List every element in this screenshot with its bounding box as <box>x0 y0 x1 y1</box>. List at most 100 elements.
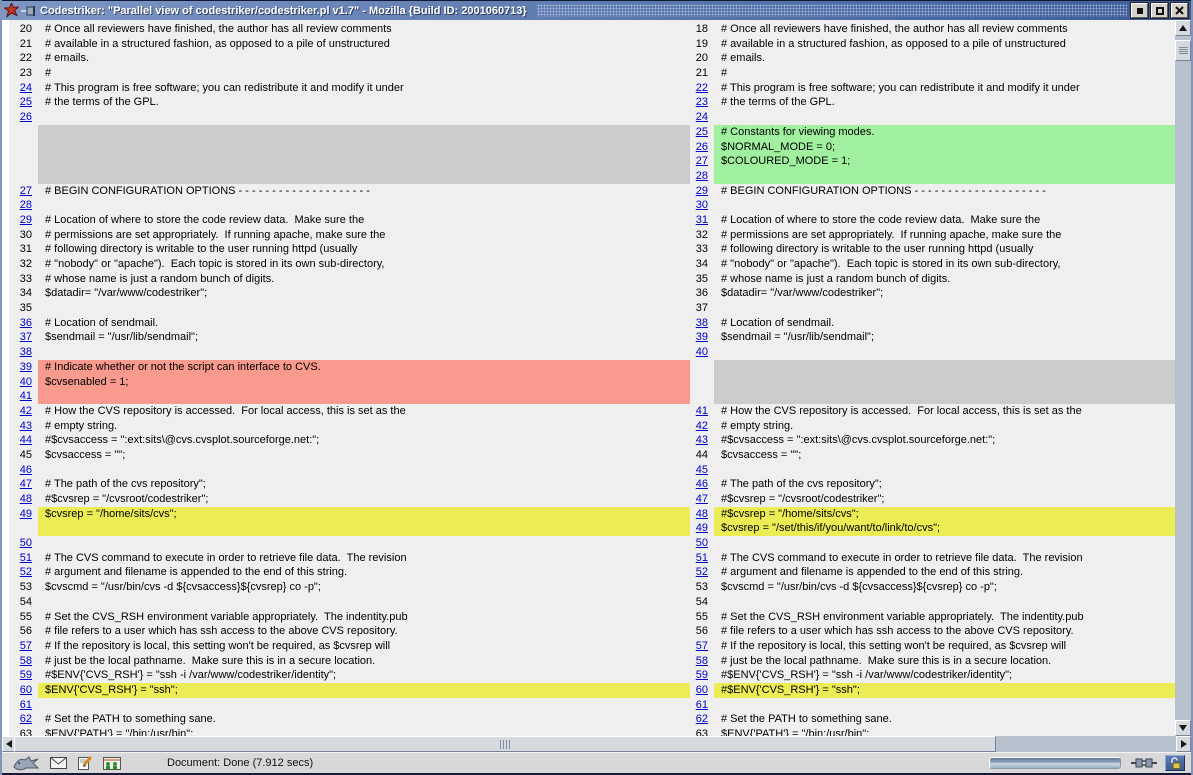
right-line-number[interactable]: 60 <box>690 683 714 698</box>
arrow-left-icon <box>6 740 12 748</box>
minimize-button[interactable] <box>1131 3 1148 18</box>
left-line-number[interactable]: 24 <box>9 81 38 96</box>
left-line-number[interactable]: 44 <box>9 433 38 448</box>
left-line-number[interactable]: 59 <box>9 668 38 683</box>
right-line-number[interactable]: 45 <box>690 463 714 478</box>
right-line-number[interactable]: 59 <box>690 668 714 683</box>
mail-icon[interactable] <box>50 757 67 769</box>
vertical-scrollbar-thumb[interactable] <box>1175 40 1191 61</box>
left-code-line: #$cvsrep = "/cvsroot/codestriker"; <box>38 492 690 507</box>
left-line-number[interactable]: 43 <box>9 419 38 434</box>
horizontal-scrollbar[interactable] <box>2 736 1191 752</box>
right-line-number[interactable]: 47 <box>690 492 714 507</box>
scroll-up-button[interactable] <box>1175 20 1191 36</box>
right-line-number[interactable]: 41 <box>690 404 714 419</box>
left-line-number: 31 <box>9 242 38 257</box>
vertical-scrollbar[interactable] <box>1175 20 1191 736</box>
scroll-down-button[interactable] <box>1175 720 1191 736</box>
close-icon <box>1175 6 1184 15</box>
right-line-number[interactable]: 51 <box>690 551 714 566</box>
left-line-number[interactable]: 36 <box>9 316 38 331</box>
left-line-number[interactable]: 49 <box>9 507 38 522</box>
left-line-number: 21 <box>9 37 38 52</box>
right-line-number[interactable]: 40 <box>690 345 714 360</box>
left-line-number[interactable]: 42 <box>9 404 38 419</box>
left-line-number[interactable]: 37 <box>9 330 38 345</box>
left-line-number[interactable]: 61 <box>9 698 38 713</box>
right-line-number[interactable]: 52 <box>690 565 714 580</box>
left-line-number <box>9 154 38 169</box>
diff-row: 45 $cvsaccess = ""; 44 $cvsaccess = ""; <box>9 448 1175 463</box>
left-line-number: 32 <box>9 257 38 272</box>
horizontal-scrollbar-thumb[interactable] <box>14 736 996 752</box>
right-line-number[interactable]: 57 <box>690 639 714 654</box>
left-code-line: # following directory is writable to the… <box>38 242 690 257</box>
right-code-line: # whose name is just a random bunch of d… <box>714 272 1175 287</box>
right-line-number[interactable]: 61 <box>690 698 714 713</box>
right-line-number[interactable]: 58 <box>690 654 714 669</box>
left-line-number[interactable]: 50 <box>9 536 38 551</box>
online-plug-icon[interactable] <box>1131 757 1157 769</box>
left-line-number[interactable]: 48 <box>9 492 38 507</box>
right-line-number: 63 <box>690 727 714 736</box>
right-line-number[interactable]: 43 <box>690 433 714 448</box>
left-line-number[interactable]: 27 <box>9 184 38 199</box>
close-button[interactable] <box>1171 3 1188 18</box>
left-line-number[interactable]: 58 <box>9 654 38 669</box>
left-line-number: 55 <box>9 610 38 625</box>
right-code-line <box>714 536 1175 551</box>
diff-row: 49 $cvsrep = "/home/sits/cvs"; 48 #$cvsr… <box>9 507 1175 522</box>
left-code-line: # Set the CVS_RSH environment variable a… <box>38 610 690 625</box>
right-line-number[interactable]: 23 <box>690 95 714 110</box>
left-line-number[interactable]: 60 <box>9 683 38 698</box>
left-code-line: # emails. <box>38 51 690 66</box>
security-lock-button[interactable] <box>1165 755 1185 771</box>
right-line-number[interactable]: 42 <box>690 419 714 434</box>
right-line-number[interactable]: 31 <box>690 213 714 228</box>
titlebar[interactable]: Codestriker: "Parallel view of codestrik… <box>2 0 1191 20</box>
left-line-number[interactable]: 41 <box>9 389 38 404</box>
left-line-number[interactable]: 38 <box>9 345 38 360</box>
right-line-number[interactable]: 30 <box>690 198 714 213</box>
left-line-number[interactable]: 39 <box>9 360 38 375</box>
diff-row: 36 # Location of sendmail. 38 # Location… <box>9 316 1175 331</box>
right-line-number[interactable]: 50 <box>690 536 714 551</box>
right-line-number: 54 <box>690 595 714 610</box>
left-line-number[interactable]: 57 <box>9 639 38 654</box>
diff-row: 50 50 <box>9 536 1175 551</box>
right-line-number[interactable]: 28 <box>690 169 714 184</box>
left-line-number[interactable]: 51 <box>9 551 38 566</box>
right-line-number[interactable]: 26 <box>690 140 714 155</box>
left-line-number[interactable]: 29 <box>9 213 38 228</box>
right-line-number[interactable]: 27 <box>690 154 714 169</box>
window-pin-icon[interactable] <box>20 2 38 20</box>
right-line-number[interactable]: 49 <box>690 521 714 536</box>
address-book-icon[interactable] <box>103 757 121 770</box>
right-line-number[interactable]: 48 <box>690 507 714 522</box>
right-line-number[interactable]: 62 <box>690 712 714 727</box>
left-line-number[interactable]: 52 <box>9 565 38 580</box>
right-code-line: # The path of the cvs repository"; <box>714 477 1175 492</box>
left-line-number[interactable]: 47 <box>9 477 38 492</box>
left-line-number[interactable]: 40 <box>9 375 38 390</box>
right-line-number[interactable]: 38 <box>690 316 714 331</box>
left-line-number[interactable]: 28 <box>9 198 38 213</box>
right-line-number[interactable]: 24 <box>690 110 714 125</box>
right-line-number[interactable]: 29 <box>690 184 714 199</box>
left-line-number[interactable]: 46 <box>9 463 38 478</box>
right-line-number[interactable]: 22 <box>690 81 714 96</box>
left-line-number[interactable]: 26 <box>9 110 38 125</box>
right-line-number[interactable]: 25 <box>690 125 714 140</box>
maximize-button[interactable] <box>1151 3 1168 18</box>
left-code-line: # Once all reviewers have finished, the … <box>38 22 690 37</box>
left-line-number[interactable]: 62 <box>9 712 38 727</box>
right-line-number[interactable]: 46 <box>690 477 714 492</box>
left-code-line: $cvsrep = "/home/sits/cvs"; <box>38 507 690 522</box>
navigator-lizard-icon[interactable] <box>12 755 40 771</box>
right-line-number[interactable]: 39 <box>690 330 714 345</box>
composer-icon[interactable] <box>77 756 93 770</box>
right-line-number: 37 <box>690 301 714 316</box>
scroll-right-button[interactable] <box>1176 736 1191 752</box>
left-line-number[interactable]: 25 <box>9 95 38 110</box>
left-code-line: # The CVS command to execute in order to… <box>38 551 690 566</box>
